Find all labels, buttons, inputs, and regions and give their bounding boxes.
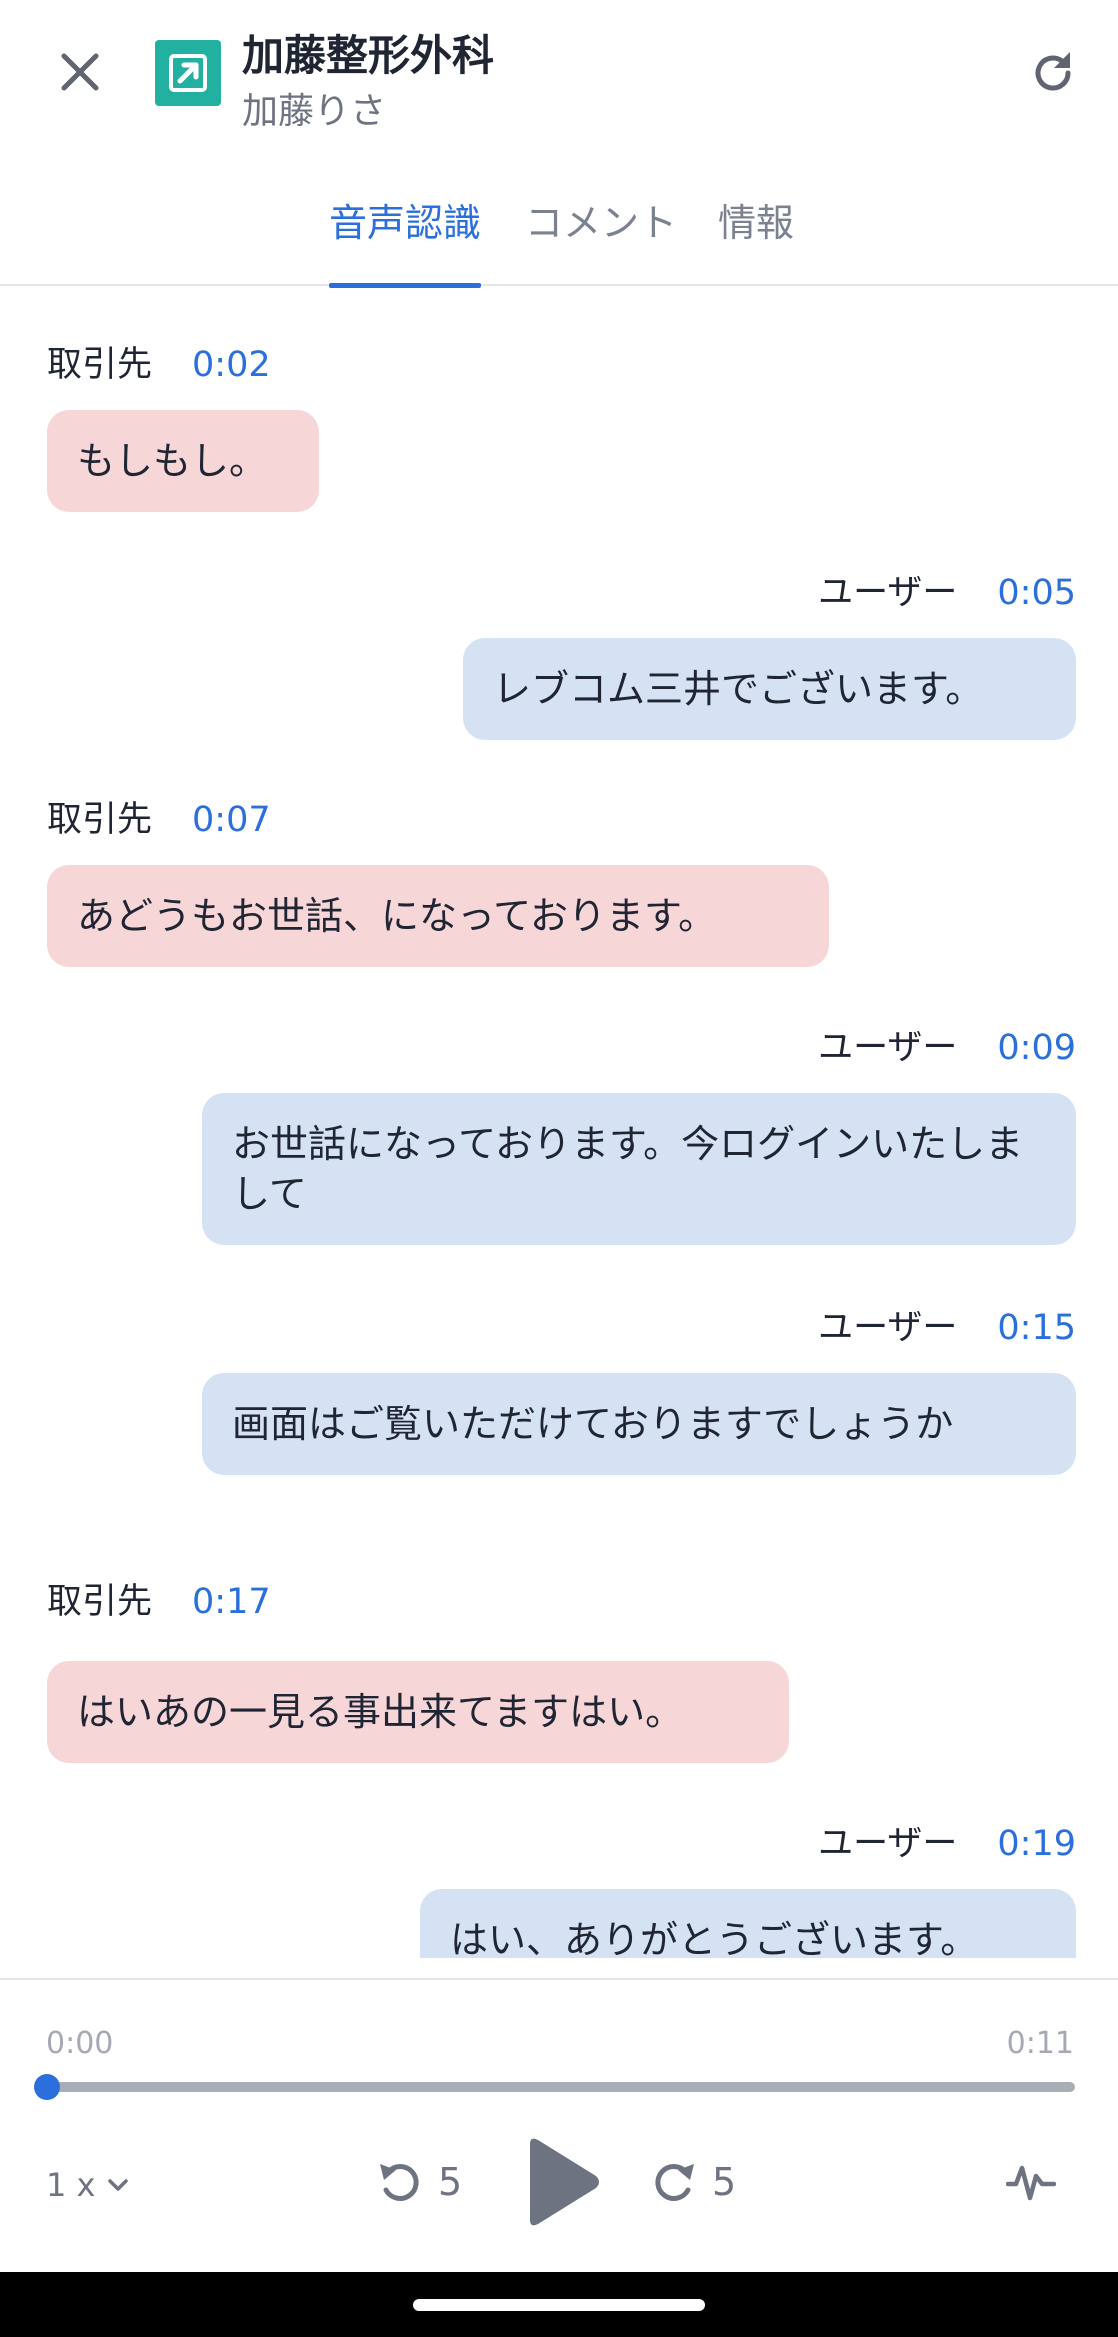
- message-meta: 取引先 0:17: [47, 1573, 271, 1624]
- forward-button[interactable]: 5: [648, 2156, 736, 2208]
- audio-player: 0:00 0:11 1 x 5 5: [0, 1978, 1118, 2272]
- speaker-label: 取引先: [47, 345, 153, 385]
- timestamp-link[interactable]: 0:02: [192, 345, 271, 385]
- system-navigation-bar: [0, 2272, 1118, 2337]
- waveform-button[interactable]: [1006, 2160, 1056, 2204]
- refresh-button[interactable]: [1020, 40, 1086, 106]
- user-message-bubble: レブコム三井でございます。: [463, 638, 1076, 740]
- message-meta: ユーザー 0:09: [818, 1019, 1076, 1070]
- contact-name: 加藤りさ: [242, 91, 387, 132]
- playback-speed-value: 1 x: [46, 2166, 96, 2204]
- message-meta: ユーザー 0:15: [818, 1299, 1076, 1350]
- speaker-label: 取引先: [47, 800, 153, 840]
- play-icon: [530, 2138, 599, 2226]
- play-button[interactable]: [522, 2134, 604, 2230]
- client-message-bubble: はいあの一見る事出来てますはい。: [47, 1661, 789, 1763]
- tab-speech-recognition[interactable]: 音声認識: [329, 192, 482, 288]
- seek-bar[interactable]: [47, 2082, 1075, 2092]
- rewind-icon: [380, 2163, 419, 2201]
- rewind-button[interactable]: 5: [374, 2156, 462, 2208]
- speaker-label: 取引先: [47, 1582, 153, 1622]
- timestamp-link[interactable]: 0:09: [997, 1028, 1076, 1068]
- user-message-bubble: お世話になっております。今ログインいたしまして: [202, 1093, 1076, 1245]
- rewind-seconds: 5: [438, 2160, 463, 2204]
- tab-info[interactable]: 情報: [718, 192, 794, 286]
- transcript-list[interactable]: 取引先 0:02 もしもし。 ユーザー 0:05 レブコム三井でございます。 取引先…: [0, 288, 1118, 1958]
- seek-thumb[interactable]: [34, 2074, 60, 2100]
- timestamp-link[interactable]: 0:19: [997, 1824, 1076, 1864]
- client-message-bubble: あどうもお世話、になっております。: [47, 865, 829, 967]
- waveform-icon: [1006, 2165, 1056, 2201]
- forward-icon: [655, 2163, 694, 2201]
- user-message-bubble: 画面はご覧いただけておりますでしょうか: [202, 1373, 1076, 1475]
- speaker-label: ユーザー: [818, 1028, 958, 1068]
- timestamp-link[interactable]: 0:05: [997, 573, 1076, 613]
- playback-speed-select[interactable]: 1 x: [46, 2166, 131, 2204]
- external-link-icon[interactable]: [155, 40, 221, 106]
- message-meta: 取引先 0:02: [47, 336, 271, 387]
- message-meta: ユーザー 0:19: [818, 1815, 1076, 1866]
- timestamp-link[interactable]: 0:07: [192, 800, 271, 840]
- client-message-bubble: もしもし。: [47, 410, 319, 512]
- close-button[interactable]: [48, 40, 112, 104]
- tab-bar: 音声認識 コメント 情報: [0, 180, 1118, 288]
- page-title: 加藤整形外科: [242, 31, 495, 80]
- speaker-label: ユーザー: [818, 1824, 958, 1864]
- refresh-icon: [1035, 52, 1071, 91]
- speaker-label: ユーザー: [818, 1308, 958, 1348]
- timestamp-link[interactable]: 0:17: [192, 1582, 271, 1622]
- message-meta: 取引先 0:07: [47, 791, 271, 842]
- speaker-label: ユーザー: [818, 573, 958, 613]
- close-icon: [61, 53, 99, 91]
- header: 加藤整形外科 加藤りさ: [0, 0, 1118, 150]
- message-meta: ユーザー 0:05: [818, 564, 1076, 615]
- timestamp-link[interactable]: 0:15: [997, 1308, 1076, 1348]
- user-message-bubble: はい、ありがとうございます。: [420, 1889, 1076, 1958]
- chevron-down-icon: [108, 2179, 129, 2191]
- forward-seconds: 5: [712, 2160, 737, 2204]
- home-indicator[interactable]: [413, 2299, 705, 2311]
- tab-comments[interactable]: コメント: [525, 192, 677, 286]
- current-time: 0:00: [46, 2026, 114, 2061]
- total-time: 0:11: [1006, 2026, 1074, 2061]
